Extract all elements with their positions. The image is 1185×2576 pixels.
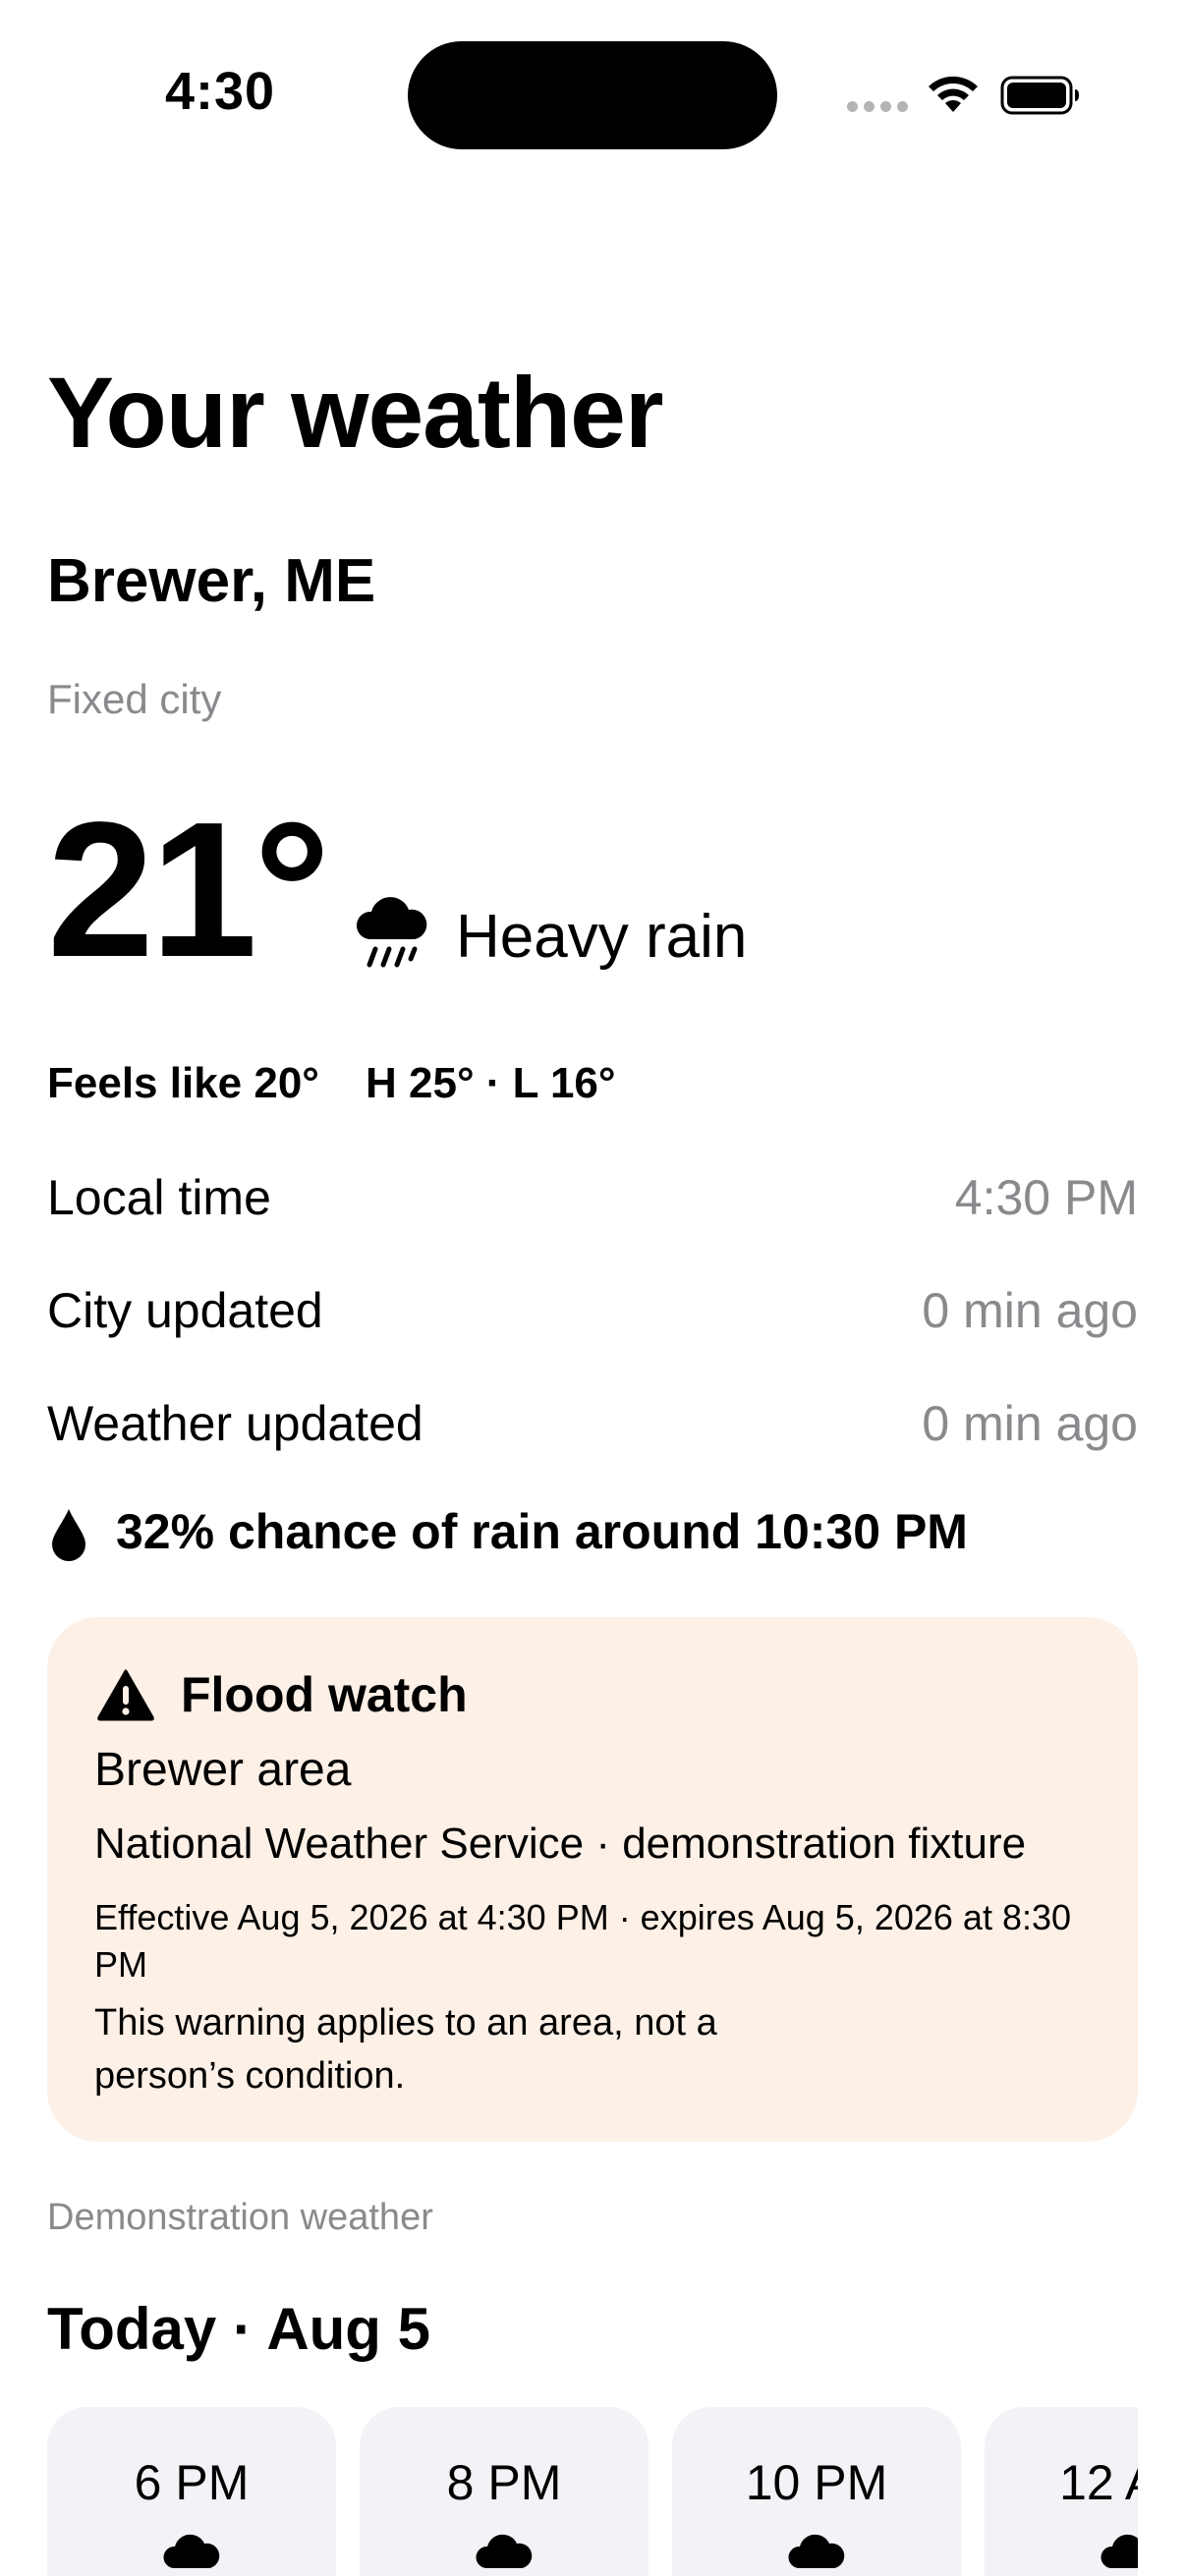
hourly-time: 6 PM [134,2455,250,2510]
local-time-value: 4:30 PM [954,1170,1138,1225]
alert-source: National Weather Service · demonstration… [94,1820,1027,1868]
weather-updated-row: Weather updated 0 min ago [47,1395,1138,1454]
city-updated-value: 0 min ago [922,1283,1138,1338]
battery-icon [1000,76,1079,115]
dynamic-island [408,41,777,149]
hourly-time: 8 PM [446,2455,562,2510]
weather-updated-label: Weather updated [47,1396,423,1451]
current-condition: Heavy rain [456,903,748,971]
alert-title: Flood watch [181,1667,468,1722]
raindrop-icon [52,1509,85,1561]
flood-watch-alert-card[interactable]: Flood watch Brewer area National Weather… [47,1617,1138,2142]
current-temperature: 21° [47,782,330,997]
local-time-label: Local time [47,1170,271,1225]
high-low: H 25° · L 16° [366,1059,616,1107]
city-name: Brewer, ME [47,547,376,615]
status-bar-time: 4:30 [165,62,276,121]
hourly-time: 10 PM [745,2455,888,2510]
demonstration-label: Demonstration weather [47,2197,433,2238]
wifi-icon [929,76,978,112]
weather-updated-value: 0 min ago [922,1396,1138,1451]
today-heading: Today · Aug 5 [47,2296,430,2362]
feels-like: Feels like 20° [47,1059,319,1107]
cloud-icon [476,2534,533,2568]
hourly-card[interactable]: 6 PM [47,2407,336,2576]
cellular-signal-icon [847,101,908,112]
warning-triangle-icon [97,1669,154,1721]
weather-screen: 4:30 Your weather Brewer, ME Fixed city … [0,0,1185,2576]
hourly-card[interactable]: 10 PM [672,2407,961,2576]
local-time-row: Local time 4:30 PM [47,1169,1138,1228]
city-updated-label: City updated [47,1283,323,1338]
hourly-time: 12 AM [1059,2455,1138,2510]
alert-note: This warning applies to an area, not a p… [94,2002,717,2097]
page-title: Your weather [47,357,664,469]
cloud-icon [1100,2534,1138,2568]
hourly-forecast-scroller[interactable]: 6 PM 8 PM 10 PM 12 AM [47,2407,1138,2576]
hourly-card[interactable]: 8 PM [360,2407,649,2576]
cloud-icon [788,2534,845,2568]
alert-area: Brewer area [94,1744,352,1796]
alert-effective-period: Effective Aug 5, 2026 at 4:30 PM · expir… [94,1897,1072,1985]
city-mode-label: Fixed city [47,676,222,722]
cloud-icon [163,2534,220,2568]
city-updated-row: City updated 0 min ago [47,1282,1138,1341]
cloud-heavy-rain-icon [356,897,427,968]
hourly-card[interactable]: 12 AM [985,2407,1138,2576]
precipitation-summary: 32% chance of rain around 10:30 PM [47,1503,1138,1572]
precipitation-text: 32% chance of rain around 10:30 PM [116,1504,968,1559]
